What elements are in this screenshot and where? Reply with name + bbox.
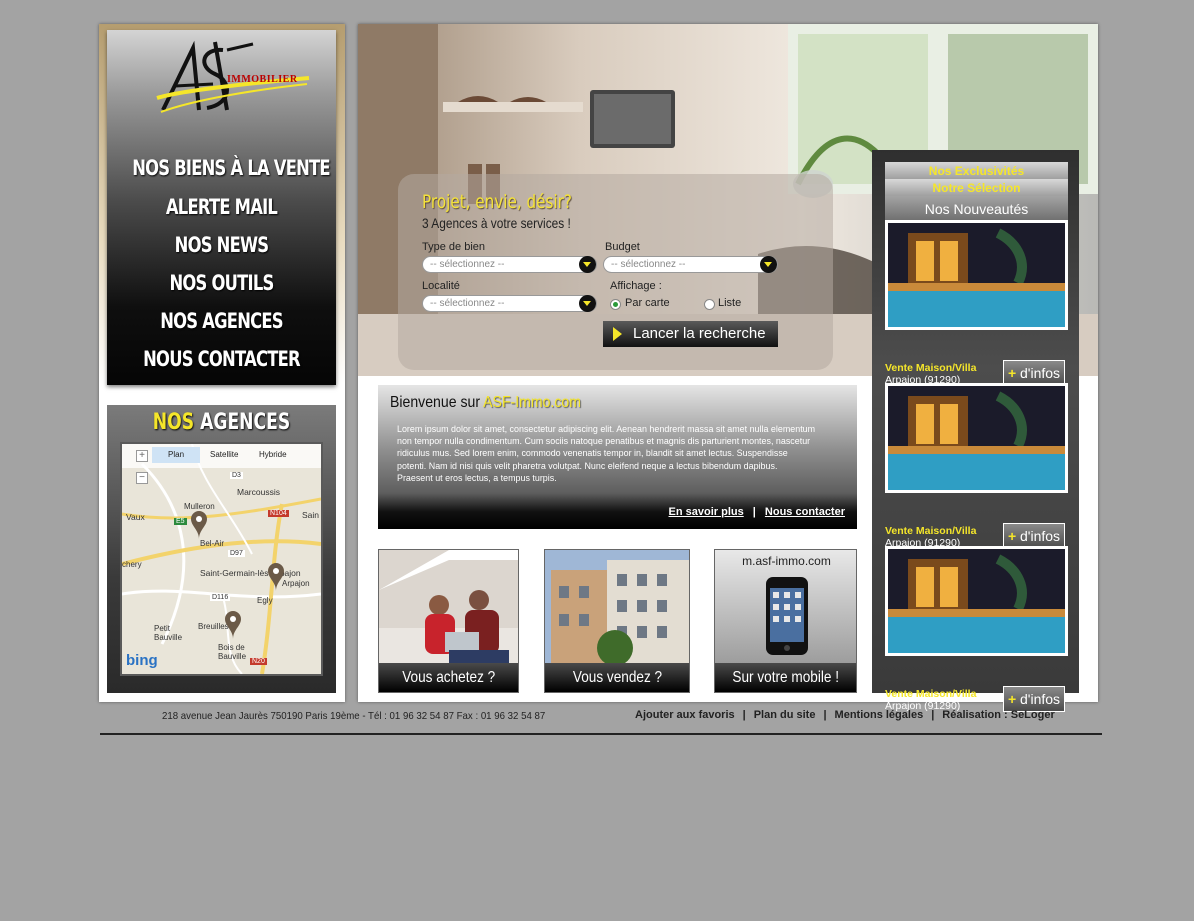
map-place: Vaux: [126, 512, 145, 522]
bing-logo: bing: [126, 652, 158, 669]
listing-title[interactable]: Vente Maison/Villa: [885, 688, 976, 700]
tile-mobile[interactable]: m.asf-immo.com Sur votre mobile !: [714, 549, 857, 693]
map-tab-hybrid[interactable]: Hybride: [259, 450, 287, 459]
listings-rail: Nos Exclusivités Notre Sélection Nos Nou…: [872, 150, 1079, 712]
locality-label: Localité: [422, 280, 460, 292]
tile-buy-caption: Vous achetez ?: [379, 663, 518, 692]
footer-links: Ajouter aux favoris | Plan du site | Mention…: [635, 709, 1055, 721]
tab-nouveautes[interactable]: Nos Nouveautés: [885, 196, 1068, 222]
locality-select[interactable]: -- sélectionnez --: [422, 295, 597, 312]
logo-text: IMMOBILIER: [227, 74, 298, 85]
tab-exclusivites[interactable]: Nos Exclusivités: [885, 162, 1068, 180]
nav-alerte-mail[interactable]: ALERTE MAIL: [132, 195, 311, 219]
map-pin-icon[interactable]: [224, 610, 242, 640]
map-pin-icon[interactable]: [267, 562, 285, 592]
map-canvas: [122, 444, 321, 674]
locality-select-value: -- sélectionnez --: [430, 298, 505, 309]
left-column: IMMOBILIER NOS BIENS À LA VENTE ALERTE M…: [99, 24, 345, 702]
tile-buy[interactable]: Vous achetez ?: [378, 549, 519, 693]
smartphone-icon: [766, 577, 808, 655]
hero-subtitle: 3 Agences à votre services !: [422, 215, 571, 231]
map-pin-icon[interactable]: [190, 510, 208, 540]
map-road-label: N20: [250, 658, 267, 665]
main-content: Projet, envie, désir? 3 Agences à votre …: [358, 24, 1098, 712]
zoom-out-icon[interactable]: −: [136, 472, 148, 484]
zoom-in-icon[interactable]: +: [136, 450, 148, 462]
listing-title[interactable]: Vente Maison/Villa: [885, 362, 976, 374]
agencies-map[interactable]: + − Plan Satellite Hybride Marcoussis Mu…: [120, 442, 323, 676]
map-place: Petit Bauville: [154, 624, 183, 642]
tile-mobile-header: m.asf-immo.com: [742, 554, 831, 568]
link-nous-contacter[interactable]: Nous contacter: [765, 506, 845, 518]
search-button[interactable]: Lancer la recherche: [603, 321, 778, 347]
nav-agences[interactable]: NOS AGENCES: [132, 309, 311, 333]
footer-address: 218 avenue Jean Jaurès 750190 Paris 19èm…: [162, 710, 546, 722]
type-select[interactable]: -- sélectionnez --: [422, 256, 597, 273]
footer-link-plan[interactable]: Plan du site: [754, 709, 816, 721]
pool-villa-photo: [888, 549, 1065, 653]
welcome-text: Lorem ipsum dolor sit amet, consectetur …: [397, 424, 816, 484]
listing-photo[interactable]: [885, 546, 1068, 656]
hero-title: Projet, envie, désir?: [422, 191, 572, 213]
welcome-links: En savoir plus | Nous contacter: [668, 506, 845, 518]
footer-link-favoris[interactable]: Ajouter aux favoris: [635, 709, 735, 721]
welcome-title: Bienvenue sur ASF-Immo.com: [390, 394, 581, 412]
link-en-savoir-plus[interactable]: En savoir plus: [669, 506, 744, 518]
map-place: Arpajon: [282, 579, 310, 588]
budget-label: Budget: [605, 241, 640, 253]
type-select-value: -- sélectionnez --: [430, 259, 505, 270]
map-road-label: E5: [174, 518, 187, 525]
nav-news[interactable]: NOS NEWS: [132, 233, 311, 257]
radio-liste[interactable]: [704, 299, 715, 310]
radio-liste-label: Liste: [718, 297, 742, 309]
site-logo[interactable]: IMMOBILIER: [153, 38, 313, 120]
map-tab-satellite[interactable]: Satellite: [210, 450, 238, 459]
agencies-title-text: AGENCES: [200, 410, 291, 435]
map-place: Sain: [302, 510, 320, 520]
chevron-down-icon: [760, 256, 777, 273]
agencies-panel: NOS AGENCES + − Plan Satellite Hybride M…: [107, 405, 336, 693]
map-road-label: D97: [228, 550, 245, 557]
tile-sell-caption: Vous vendez ?: [545, 663, 689, 692]
nav-contact[interactable]: NOUS CONTACTER: [132, 347, 311, 371]
map-place: Saint-Germain-lès-Arpajon: [200, 568, 301, 578]
agencies-title-highlight: NOS: [152, 410, 195, 435]
footer-link-realisation[interactable]: Réalisation : SeLoger: [942, 709, 1054, 721]
footer-divider: [100, 733, 1102, 735]
listing-photo[interactable]: [885, 220, 1068, 330]
map-road-label: N104: [268, 510, 289, 517]
map-place: chery: [122, 560, 142, 569]
footer-link-mentions[interactable]: Mentions légales: [835, 709, 924, 721]
welcome-title-highlight: ASF-Immo.com: [483, 394, 581, 411]
chevron-down-icon: [579, 256, 596, 273]
listing-title[interactable]: Vente Maison/Villa: [885, 525, 976, 537]
radio-par-carte-label: Par carte: [625, 297, 670, 309]
display-label: Affichage :: [610, 280, 662, 292]
welcome-title-text: Bienvenue sur: [390, 394, 481, 411]
map-tab-plan[interactable]: Plan: [168, 450, 184, 459]
nav-outils[interactable]: NOS OUTILS: [132, 271, 311, 295]
tab-selection[interactable]: Notre Sélection: [885, 179, 1068, 197]
welcome-box: Bienvenue sur ASF-Immo.com Lorem ipsum d…: [378, 385, 857, 529]
nav-biens-vente[interactable]: NOS BIENS À LA VENTE: [132, 156, 330, 180]
map-place: Bel-Air: [200, 539, 225, 548]
listing-photo[interactable]: [885, 383, 1068, 493]
chevron-down-icon: [579, 295, 596, 312]
tile-sell[interactable]: Vous vendez ?: [544, 549, 690, 693]
budget-select[interactable]: -- sélectionnez --: [603, 256, 778, 273]
map-road-label: D3: [230, 472, 243, 479]
map-place: Marcoussis: [237, 487, 280, 497]
map-place: Egly: [257, 596, 273, 605]
tile-mobile-caption: Sur votre mobile !: [715, 663, 856, 692]
agencies-title: NOS AGENCES: [132, 410, 311, 435]
pool-villa-photo: [888, 223, 1065, 327]
budget-select-value: -- sélectionnez --: [611, 259, 686, 270]
type-label: Type de bien: [422, 241, 485, 253]
radio-par-carte[interactable]: [610, 299, 621, 310]
map-road-label: D116: [210, 594, 231, 601]
pool-villa-photo: [888, 386, 1065, 490]
main-menu: IMMOBILIER NOS BIENS À LA VENTE ALERTE M…: [107, 30, 336, 385]
